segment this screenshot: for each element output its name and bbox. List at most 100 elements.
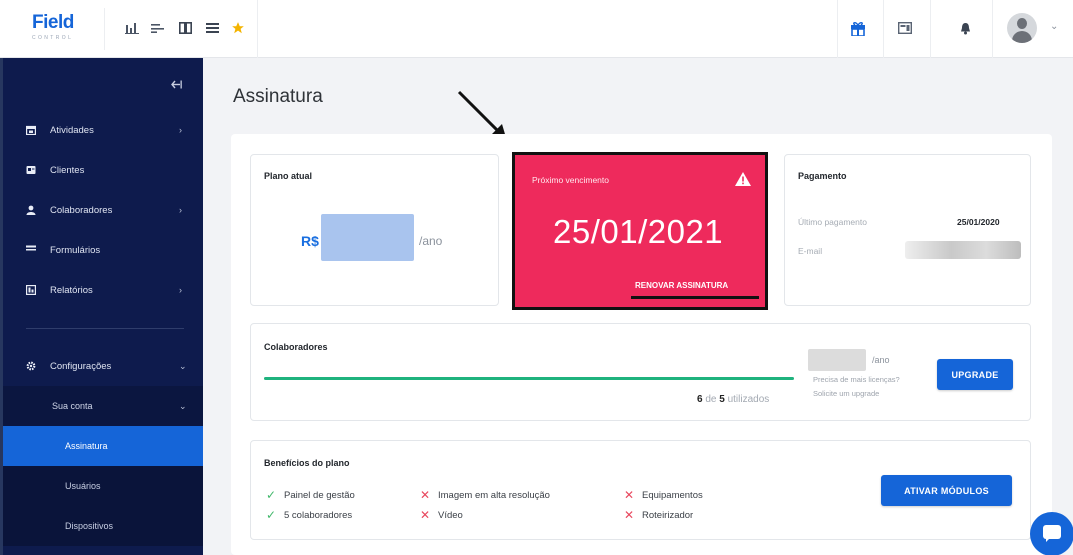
cross-icon: ✕ [420,508,431,522]
chevron-down-icon: ⌄ [179,400,187,411]
current-plan-card: Plano atual R$ /ano [250,154,499,306]
payment-card: Pagamento Último pagamento 25/01/2020 E-… [784,154,1031,306]
sidebar-item-label: Clientes [50,164,85,176]
redacted-email [905,241,1021,259]
divider [26,328,184,329]
chevron-down-icon[interactable]: ⌄ [1050,21,1058,32]
cross-icon: ✕ [624,488,635,502]
bar-chart-icon[interactable] [124,20,140,36]
logo-subtext: CONTROL [32,35,74,41]
plan-benefits-card: Benefícios do plano ✓ Painel de gestão ✓… [250,440,1031,540]
chevron-right-icon: › [179,125,182,135]
of-text: de [705,394,717,405]
benefit-item: ✕ Imagem em alta resolução [420,488,550,502]
sidebar-item-dispositivos[interactable]: Dispositivos [3,506,203,546]
divider [837,0,838,58]
gear-icon [26,361,36,371]
chat-icon [1043,525,1061,542]
form-icon [26,245,36,255]
sidebar-item-label: Formulários [50,244,101,256]
avatar[interactable] [1007,13,1037,43]
card-title: Pagamento [798,171,847,181]
sidebar-item-label: Sua conta [52,401,93,411]
divider [930,0,931,58]
collaborators-card: Colaboradores 6 de 5 utilizados /ano Pre… [250,323,1031,421]
list-icon[interactable] [150,20,166,36]
benefit-item: ✕ Roteirizador [624,508,693,522]
total-count: 5 [719,394,725,405]
billing-period: /ano [872,355,890,365]
benefit-label: Equipamentos [642,489,703,501]
next-due-card: Próximo vencimento 25/01/2021 RENOVAR AS… [512,152,768,310]
sidebar: Atividades › Clientes Colaboradores › Fo… [0,58,203,555]
bell-icon[interactable] [957,20,973,36]
divider [104,8,105,50]
benefit-label: Vídeo [438,509,463,521]
benefit-item: ✓ Painel de gestão [266,488,355,502]
request-upgrade-hint: Solicite um upgrade [813,389,880,398]
gift-icon[interactable] [850,20,866,36]
upgrade-button[interactable]: UPGRADE [937,359,1013,390]
sidebar-item-clientes[interactable]: Clientes [3,150,203,190]
page-title: Assinatura [233,86,323,107]
benefit-label: 5 colaboradores [284,509,353,521]
usage-progress-bar [264,377,794,380]
menu-icon[interactable] [204,20,220,36]
star-icon[interactable] [230,20,246,36]
sidebar-item-usuarios[interactable]: Usuários [3,466,203,506]
benefit-label: Painel de gestão [284,489,355,501]
sidebar-item-label: Configurações [50,360,112,372]
activate-modules-button[interactable]: ATIVAR MÓDULOS [881,475,1012,506]
user-icon [26,205,36,215]
calendar-icon [26,125,37,136]
divider [883,0,884,58]
sidebar-item-formularios[interactable]: Formulários [3,230,203,270]
sidebar-item-label: Usuários [65,481,101,491]
email-label: E-mail [798,246,823,256]
sidebar-item-relatorios[interactable]: Relatórios › [3,270,203,310]
last-payment-label: Último pagamento [798,217,867,227]
benefit-label: Roteirizador [642,509,694,521]
sidebar-item-label: Atividades [50,124,94,136]
columns-icon[interactable] [177,20,193,36]
sidebar-item-atividades[interactable]: Atividades › [3,110,203,150]
usage-text: 6 de 5 utilizados [697,394,769,405]
report-icon [26,285,37,296]
chevron-right-icon: › [179,285,182,295]
card-title: Benefícios do plano [264,458,350,468]
cross-icon: ✕ [624,508,635,522]
divider [992,0,993,58]
billing-period: /ano [419,234,443,248]
renew-subscription-link[interactable]: RENOVAR ASSINATURA [635,281,728,290]
collapse-sidebar-icon[interactable] [171,80,182,92]
cross-icon: ✕ [420,488,431,502]
check-icon: ✓ [266,488,277,502]
used-label: utilizados [727,394,770,405]
benefit-item: ✕ Vídeo [420,508,463,522]
last-payment-value: 25/01/2020 [957,217,1000,227]
check-icon: ✓ [266,508,277,522]
sidebar-item-label: Assinatura [65,441,108,451]
sidebar-item-label: Colaboradores [50,204,113,216]
chat-button[interactable] [1030,512,1073,555]
sidebar-item-assinatura[interactable]: Assinatura [3,426,203,466]
sidebar-item-colaboradores[interactable]: Colaboradores › [3,190,203,230]
id-card-icon [26,165,36,175]
sidebar-item-label: Relatórios [50,284,93,296]
sidebar-item-sua-conta[interactable]: Sua conta ⌄ [3,386,203,426]
calendar-icon[interactable] [897,20,913,36]
card-title: Próximo vencimento [532,175,610,185]
top-bar: Field CONTROL ⌄ [0,0,1073,58]
more-licenses-hint: Precisa de mais licenças? [813,375,900,384]
card-title: Plano atual [264,171,313,181]
due-date: 25/01/2021 [553,213,724,250]
logo[interactable]: Field CONTROL [32,12,74,41]
benefit-item: ✓ 5 colaboradores [266,508,352,522]
sidebar-item-configuracoes[interactable]: Configurações ⌄ [3,346,203,386]
redacted-price [808,349,866,371]
sidebar-item-label: Dispositivos [65,521,114,531]
chevron-right-icon: › [179,205,182,215]
benefit-label: Imagem em alta resolução [438,489,550,501]
used-count: 6 [697,394,703,405]
logo-text: Field [32,12,74,33]
